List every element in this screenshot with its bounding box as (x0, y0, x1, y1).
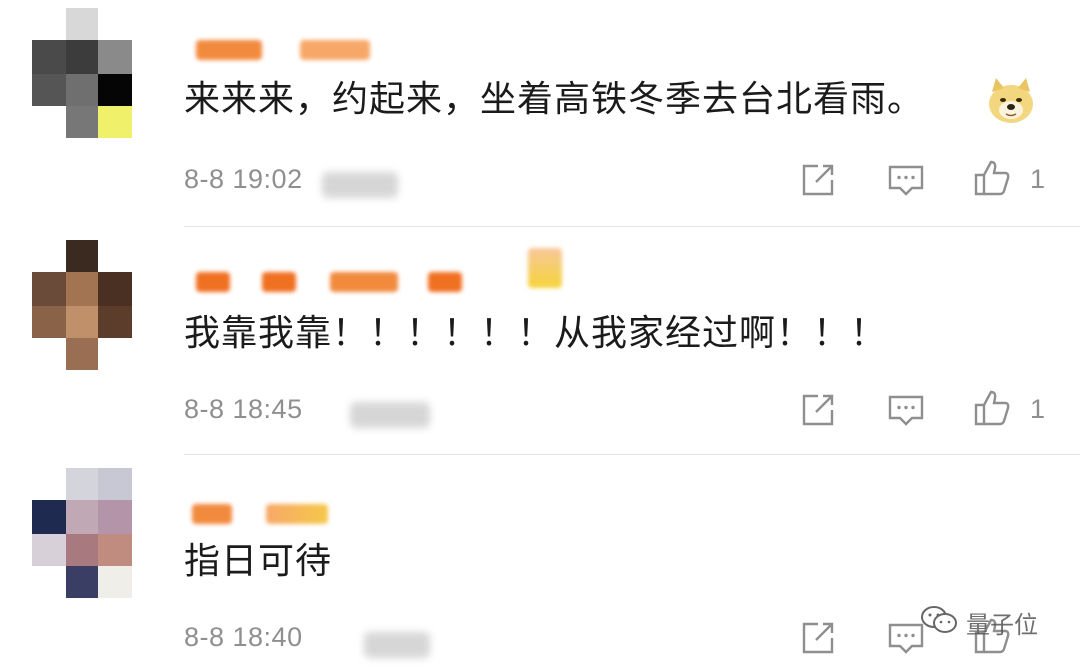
comment-text: 指日可待 (184, 541, 333, 582)
thumbs-up-icon[interactable] (972, 158, 1012, 198)
like-count: 1 (1030, 394, 1046, 424)
share-icon[interactable] (798, 390, 838, 430)
divider (184, 454, 1080, 455)
thumbs-up-icon[interactable] (972, 388, 1012, 428)
watermark-text: 量子位 (966, 610, 1038, 639)
comment-text: 我靠我靠！！！！！！从我家经过啊！！！ (184, 313, 888, 354)
device-info (350, 402, 430, 428)
device-info (364, 632, 430, 658)
divider (184, 226, 1080, 227)
comment-icon[interactable] (886, 390, 926, 430)
avatar[interactable] (32, 240, 132, 370)
like-count: 1 (1030, 164, 1046, 194)
comment-time: 8-8 19:02 (184, 164, 303, 194)
doge-emoji-icon (986, 76, 1036, 126)
comment-time: 8-8 18:45 (184, 394, 303, 424)
comment-icon[interactable] (886, 160, 926, 200)
share-icon[interactable] (798, 160, 838, 200)
wechat-icon (920, 605, 958, 639)
watermark: 量子位 (920, 604, 1038, 640)
comment-time: 8-8 18:40 (184, 622, 303, 652)
comment-text: 来来来，约起来，坐着高铁冬季去台北看雨。 (184, 79, 925, 120)
avatar[interactable] (32, 8, 132, 138)
comment-item: 指日可待 8-8 18:40 (0, 456, 1080, 668)
device-info (322, 172, 398, 198)
comment-item: 我靠我靠！！！！！！从我家经过啊！！！ 8-8 18:45 1 (0, 228, 1080, 454)
comment-item: 来来来，约起来，坐着高铁冬季去台北看雨。 8-8 19:02 1 (0, 0, 1080, 228)
share-icon[interactable] (798, 618, 838, 658)
avatar[interactable] (32, 468, 132, 598)
